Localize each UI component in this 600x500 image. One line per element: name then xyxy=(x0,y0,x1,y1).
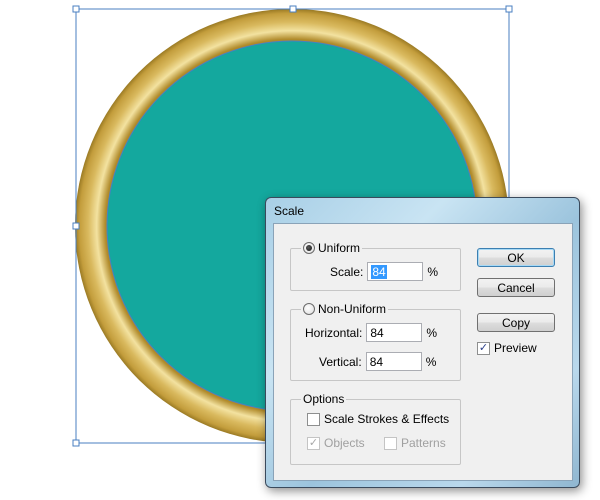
vertical-input[interactable]: 84 xyxy=(365,352,422,371)
handle-top-right[interactable] xyxy=(505,5,513,13)
patterns-label: Patterns xyxy=(401,436,446,450)
scale-strokes-label[interactable]: Scale Strokes & Effects xyxy=(324,412,449,426)
vertical-row: Vertical: 84 % xyxy=(319,352,436,371)
preview-checkbox[interactable]: ✓ xyxy=(477,341,490,355)
dialog-body: Uniform Scale: 84 % Non-Uniform Horizont… xyxy=(273,223,573,481)
handle-top-left[interactable] xyxy=(72,5,80,13)
copy-button[interactable]: Copy xyxy=(477,313,555,332)
scale-input[interactable]: 84 xyxy=(367,262,424,281)
scale-dialog[interactable]: Scale Uniform Scale: 84 % Non-Uniform Ho… xyxy=(265,197,580,488)
non-uniform-legend: Non-Uniform xyxy=(301,302,389,316)
non-uniform-radio[interactable] xyxy=(303,303,315,315)
dialog-title: Scale xyxy=(274,204,305,218)
uniform-legend: Uniform xyxy=(301,241,363,255)
scale-row: Scale: 84 % xyxy=(330,262,438,281)
uniform-group: Uniform Scale: 84 % xyxy=(290,241,461,291)
cancel-button[interactable]: Cancel xyxy=(477,278,555,297)
horizontal-value: 84 xyxy=(370,325,384,340)
uniform-label[interactable]: Uniform xyxy=(318,241,360,255)
vertical-label: Vertical: xyxy=(319,354,362,369)
handle-bottom-left[interactable] xyxy=(72,439,80,447)
horizontal-label: Horizontal: xyxy=(305,325,363,340)
vertical-unit: % xyxy=(425,354,437,369)
horizontal-input[interactable]: 84 xyxy=(366,323,423,342)
options-label: Options xyxy=(303,392,345,406)
preview-row[interactable]: ✓ Preview xyxy=(477,341,537,355)
scale-label: Scale: xyxy=(330,264,364,279)
scale-strokes-checkbox[interactable] xyxy=(307,412,320,426)
handle-top-center[interactable] xyxy=(289,5,297,13)
scale-unit: % xyxy=(427,264,439,279)
patterns-row: Patterns xyxy=(384,436,446,450)
ok-button[interactable]: OK xyxy=(477,248,555,267)
objects-row: ✓ Objects xyxy=(307,436,365,450)
scale-strokes-row[interactable]: Scale Strokes & Effects xyxy=(307,412,449,426)
horizontal-unit: % xyxy=(426,325,438,340)
preview-label[interactable]: Preview xyxy=(494,341,537,355)
horizontal-row: Horizontal: 84 % xyxy=(305,323,437,342)
options-group: Options Scale Strokes & Effects ✓ Object… xyxy=(290,392,461,465)
non-uniform-group: Non-Uniform Horizontal: 84 % Vertical: 8… xyxy=(290,302,461,381)
objects-checkbox: ✓ xyxy=(307,436,320,450)
patterns-checkbox xyxy=(384,436,397,450)
vertical-value: 84 xyxy=(369,354,384,369)
objects-label: Objects xyxy=(324,436,365,450)
non-uniform-label[interactable]: Non-Uniform xyxy=(318,302,386,316)
handle-middle-left[interactable] xyxy=(72,222,80,230)
uniform-radio[interactable] xyxy=(303,242,315,254)
options-legend: Options xyxy=(301,392,347,406)
scale-value: 84 xyxy=(371,264,387,279)
